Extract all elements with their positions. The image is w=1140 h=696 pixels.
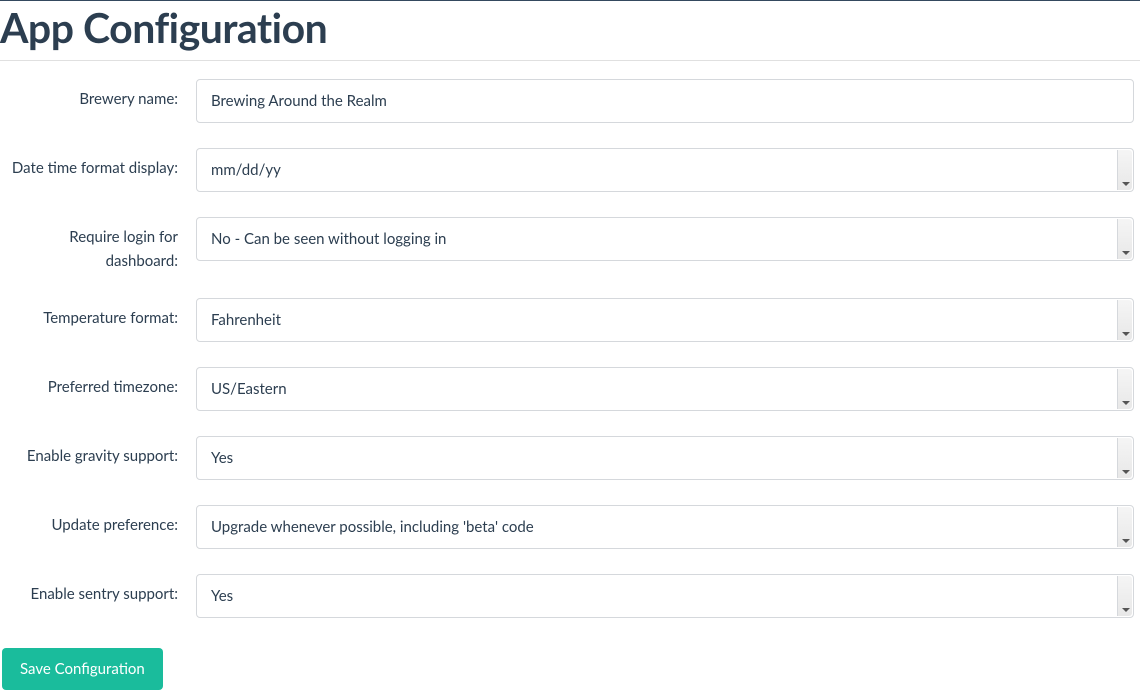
date-time-format-select[interactable]: mm/dd/yy [196, 148, 1134, 192]
temperature-format-label: Temperature format: [0, 298, 196, 330]
row-date-time-format: Date time format display: mm/dd/yy [0, 148, 1140, 192]
enable-sentry-label: Enable sentry support: [0, 574, 196, 606]
update-preference-select[interactable]: Upgrade whenever possible, including 'be… [196, 505, 1134, 549]
enable-gravity-label: Enable gravity support: [0, 436, 196, 468]
row-require-login: Require login for dashboard: No - Can be… [0, 217, 1140, 273]
date-time-format-label: Date time format display: [0, 148, 196, 180]
row-temperature-format: Temperature format: Fahrenheit [0, 298, 1140, 342]
require-login-select[interactable]: No - Can be seen without logging in [196, 217, 1134, 261]
temperature-format-select[interactable]: Fahrenheit [196, 298, 1134, 342]
require-login-label: Require login for dashboard: [0, 217, 196, 273]
row-enable-sentry: Enable sentry support: Yes [0, 574, 1140, 618]
enable-gravity-select[interactable]: Yes [196, 436, 1134, 480]
row-preferred-timezone: Preferred timezone: US/Eastern [0, 367, 1140, 411]
preferred-timezone-select[interactable]: US/Eastern [196, 367, 1134, 411]
page-title: App Configuration [0, 0, 1140, 61]
row-brewery-name: Brewery name: [0, 79, 1140, 123]
brewery-name-label: Brewery name: [0, 79, 196, 111]
preferred-timezone-label: Preferred timezone: [0, 367, 196, 399]
app-config-form: Brewery name: Date time format display: … [0, 79, 1140, 690]
row-enable-gravity: Enable gravity support: Yes [0, 436, 1140, 480]
save-configuration-button[interactable]: Save Configuration [2, 648, 163, 690]
enable-sentry-select[interactable]: Yes [196, 574, 1134, 618]
row-update-preference: Update preference: Upgrade whenever poss… [0, 505, 1140, 549]
brewery-name-input[interactable] [196, 79, 1134, 123]
update-preference-label: Update preference: [0, 505, 196, 537]
